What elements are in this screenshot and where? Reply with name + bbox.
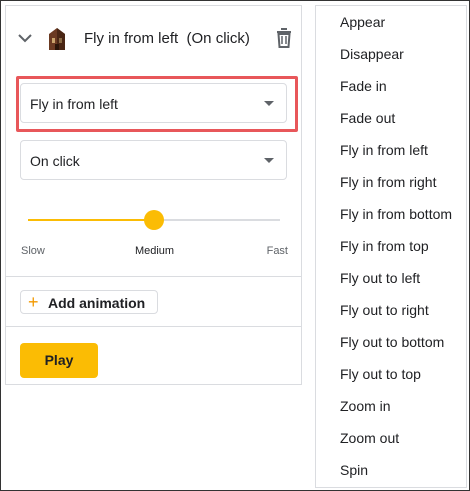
- menu-item[interactable]: Zoom out: [316, 422, 466, 454]
- dropdown-caret-icon: [264, 158, 274, 163]
- menu-item[interactable]: Fly out to right: [316, 294, 466, 326]
- animation-type-menu: Appear Disappear Fade in Fade out Fly in fro…: [315, 5, 467, 488]
- menu-item[interactable]: Fly out to top: [316, 358, 466, 390]
- menu-item[interactable]: Disappear: [316, 38, 466, 70]
- add-animation-button[interactable]: + Add animation: [20, 290, 158, 314]
- plus-icon: +: [28, 292, 39, 312]
- menu-item[interactable]: Fly in from right: [316, 166, 466, 198]
- speed-medium-label: Medium: [134, 245, 175, 257]
- menu-item[interactable]: Zoom in: [316, 390, 466, 422]
- trash-icon[interactable]: [276, 28, 292, 53]
- animation-header[interactable]: Fly in from left (On click): [6, 6, 301, 62]
- trigger-value: On click: [30, 153, 80, 169]
- animation-panel: Fly in from left (On click) Fly in from …: [5, 5, 302, 385]
- speed-slider-fill: [28, 219, 154, 221]
- add-animation-label: Add animation: [48, 295, 146, 311]
- menu-item[interactable]: Fade out: [316, 102, 466, 134]
- menu-item[interactable]: Fly out to bottom: [316, 326, 466, 358]
- chevron-down-icon[interactable]: [18, 30, 32, 48]
- speed-slider-handle[interactable]: [144, 210, 164, 230]
- menu-item[interactable]: Fly in from left: [316, 134, 466, 166]
- play-button[interactable]: Play: [20, 343, 98, 378]
- menu-item[interactable]: Fade in: [316, 70, 466, 102]
- menu-item[interactable]: Fly in from bottom: [316, 198, 466, 230]
- speed-slider[interactable]: [28, 210, 280, 230]
- animation-title: Fly in from left (On click): [84, 30, 250, 47]
- menu-item[interactable]: Appear: [316, 6, 466, 38]
- divider: [6, 276, 301, 277]
- animation-type-select[interactable]: Fly in from left: [20, 83, 287, 123]
- divider: [6, 326, 301, 327]
- speed-fast-label: Fast: [266, 245, 288, 257]
- dropdown-caret-icon: [264, 101, 274, 106]
- menu-item[interactable]: Fly out to left: [316, 262, 466, 294]
- slide-thumbnail-icon: [46, 26, 68, 57]
- menu-item[interactable]: Fly in from top: [316, 230, 466, 262]
- menu-item[interactable]: Spin: [316, 454, 466, 486]
- animation-type-value: Fly in from left: [30, 96, 118, 112]
- trigger-select[interactable]: On click: [20, 140, 287, 180]
